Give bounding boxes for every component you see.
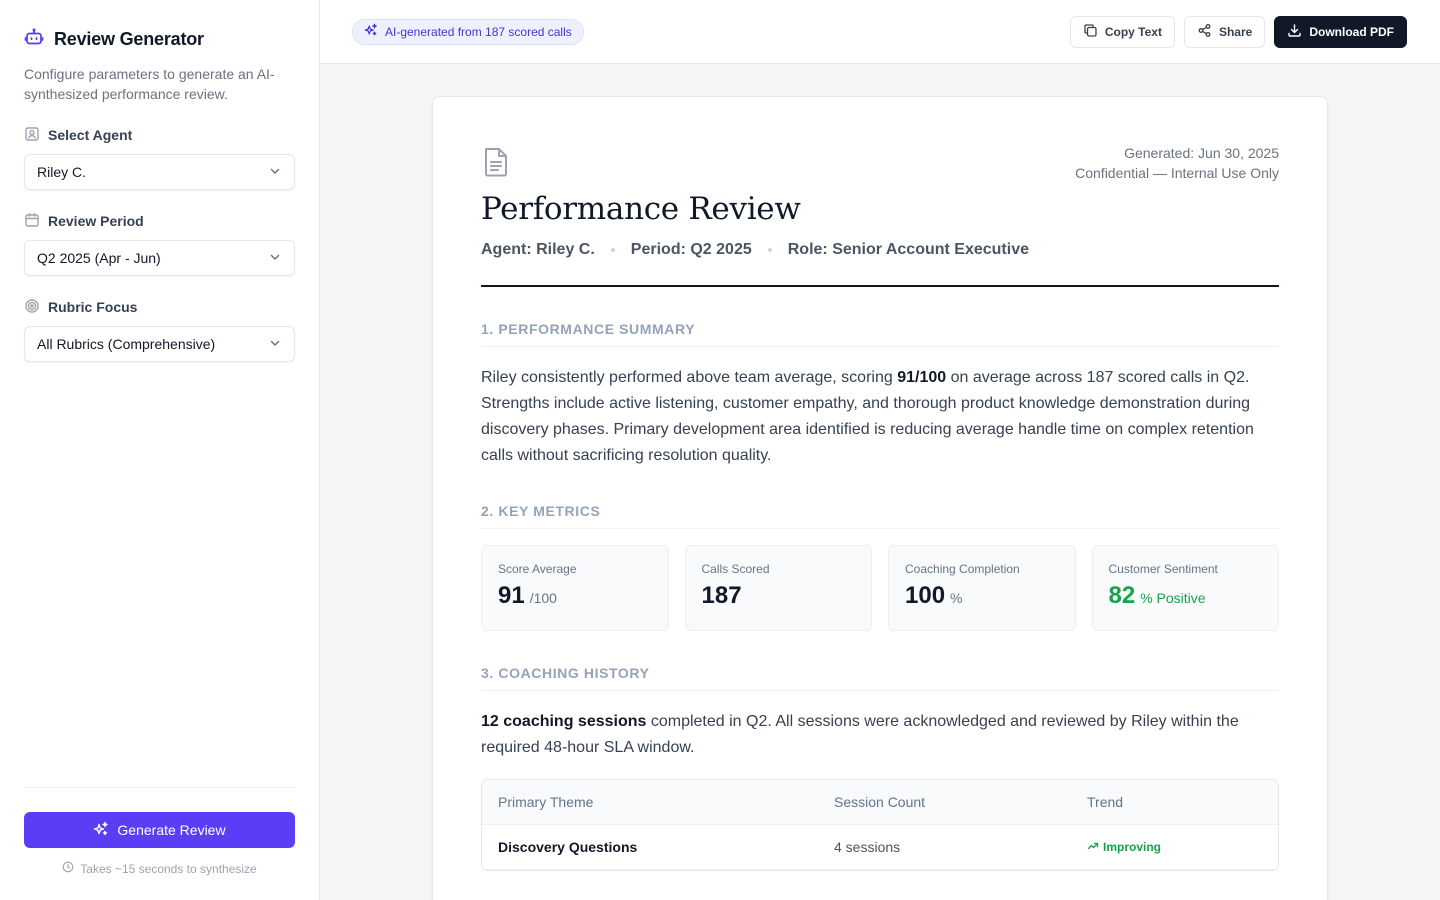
rubric-select-value: All Rubrics (Comprehensive): [37, 336, 216, 352]
download-pdf-label: Download PDF: [1309, 24, 1394, 39]
document-icon: [481, 146, 511, 183]
column-header: Primary Theme: [498, 794, 594, 810]
document-subtitle: Agent: Riley C. Period: Q2 2025 Role: Se…: [481, 241, 1279, 259]
calendar-icon: [24, 212, 40, 231]
generated-date: Generated: Jun 30, 2025: [1124, 145, 1279, 161]
metric-card-sentiment: Customer Sentiment 82% Positive: [1091, 545, 1279, 631]
coaching-table: Primary Theme Session Count Trend Discov…: [481, 779, 1279, 871]
share-button[interactable]: Share: [1183, 15, 1266, 48]
review-document: Generated: Jun 30, 2025 Confidential — I…: [432, 96, 1328, 900]
ai-generated-badge: AI-generated from 187 scored calls: [352, 18, 584, 45]
coaching-text: 12 coaching sessions completed in Q2. Al…: [481, 713, 1239, 756]
table-header: Primary Theme Session Count Trend: [482, 780, 1278, 825]
metric-card-coaching: Coaching Completion 100%: [888, 545, 1076, 631]
agent-select[interactable]: Riley C.: [24, 154, 295, 190]
rubric-field: Rubric Focus All Rubrics (Comprehensive): [24, 298, 295, 362]
metric-unit: %: [950, 590, 963, 606]
agent-select-value: Riley C.: [37, 164, 87, 180]
column-header: Session Count: [834, 794, 926, 810]
column-header: Trend: [1087, 794, 1124, 810]
agent-label: Select Agent: [48, 127, 133, 143]
metric-value: 187: [701, 582, 742, 609]
robot-icon: [24, 27, 44, 52]
metrics-grid: Score Average 91/100 Calls Scored 187 Co…: [481, 545, 1279, 631]
chevron-down-icon: [268, 164, 282, 181]
chevron-down-icon: [268, 250, 282, 267]
coaching-heading: 3. COACHING HISTORY: [481, 665, 1279, 691]
count-cell: 4 sessions: [834, 839, 901, 855]
metrics-heading: 2. KEY METRICS: [481, 503, 1279, 529]
metric-card-calls: Calls Scored 187: [684, 545, 872, 631]
confidential-notice: Confidential — Internal Use Only: [1075, 165, 1279, 181]
agent-name: Agent: Riley C.: [481, 241, 595, 258]
sparkles-icon: [93, 821, 109, 840]
period-select[interactable]: Q2 2025 (Apr - Jun): [24, 240, 295, 276]
generate-review-label: Generate Review: [117, 822, 226, 838]
theme-cell: Discovery Questions: [498, 839, 638, 855]
period-field: Review Period Q2 2025 (Apr - Jun): [24, 212, 295, 276]
metric-label: Customer Sentiment: [1108, 562, 1218, 576]
sidebar: Review Generator Configure parameters to…: [0, 0, 320, 900]
copy-text-label: Copy Text: [1104, 24, 1162, 39]
toolbar-actions: Copy Text Share Download PDF: [1069, 15, 1407, 48]
rubric-select[interactable]: All Rubrics (Comprehensive): [24, 326, 295, 362]
metric-unit: /100: [529, 590, 557, 606]
separator-dot: [767, 248, 772, 252]
user-badge-icon: [24, 126, 40, 145]
metric-label: Calls Scored: [701, 562, 770, 576]
rubric-label: Rubric Focus: [48, 299, 138, 315]
download-icon: [1287, 23, 1302, 41]
metric-card-score: Score Average 91/100: [481, 545, 669, 631]
table-row: Discovery Questions 4 sessions Improving: [482, 825, 1278, 870]
score-highlight: 91/100: [897, 369, 947, 386]
generate-hint: Takes ~15 seconds to synthesize: [24, 861, 295, 876]
trend-cell: Improving: [1087, 840, 1262, 855]
metric-value: 100: [905, 582, 946, 609]
summary-heading: 1. PERFORMANCE SUMMARY: [481, 321, 1279, 347]
chevron-down-icon: [268, 336, 282, 353]
share-icon: [1197, 23, 1212, 41]
sessions-highlight: 12 coaching sessions: [481, 713, 647, 730]
generate-hint-text: Takes ~15 seconds to synthesize: [80, 861, 257, 876]
agent-role: Role: Senior Account Executive: [787, 241, 1029, 258]
app-description: Configure parameters to generate an AI-s…: [24, 66, 275, 102]
metric-value: 82: [1108, 582, 1136, 609]
ai-generated-text: AI-generated from 187 scored calls: [385, 24, 572, 39]
brand: Review Generator: [24, 27, 295, 52]
copy-text-button[interactable]: Copy Text: [1069, 15, 1175, 48]
metric-value: 91: [498, 582, 525, 609]
sidebar-footer: Generate Review Takes ~15 seconds to syn…: [24, 787, 295, 876]
metric-unit: % Positive: [1140, 590, 1206, 606]
document-title: Performance Review: [481, 191, 801, 227]
period-select-value: Q2 2025 (Apr - Jun): [37, 250, 161, 266]
title-divider: [481, 285, 1279, 287]
clock-icon: [62, 861, 74, 876]
generate-review-button[interactable]: Generate Review: [24, 812, 295, 848]
review-period: Period: Q2 2025: [630, 241, 752, 258]
trend-label: Improving: [1103, 840, 1162, 854]
period-label: Review Period: [48, 213, 144, 229]
agent-field: Select Agent Riley C.: [24, 126, 295, 190]
separator-dot: [610, 248, 615, 252]
app-title: Review Generator: [54, 29, 204, 49]
metric-label: Score Average: [498, 562, 577, 576]
trending-up-icon: [1087, 840, 1099, 855]
sparkles-icon: [364, 23, 378, 40]
summary-text: Riley consistently performed above team …: [481, 369, 1254, 464]
topbar: AI-generated from 187 scored calls Copy …: [320, 0, 1440, 64]
copy-icon: [1083, 23, 1098, 41]
target-icon: [24, 298, 40, 317]
metric-label: Coaching Completion: [905, 562, 1020, 576]
document-meta: Generated: Jun 30, 2025 Confidential — I…: [1075, 143, 1279, 183]
share-label: Share: [1218, 24, 1253, 39]
download-pdf-button[interactable]: Download PDF: [1274, 15, 1407, 48]
